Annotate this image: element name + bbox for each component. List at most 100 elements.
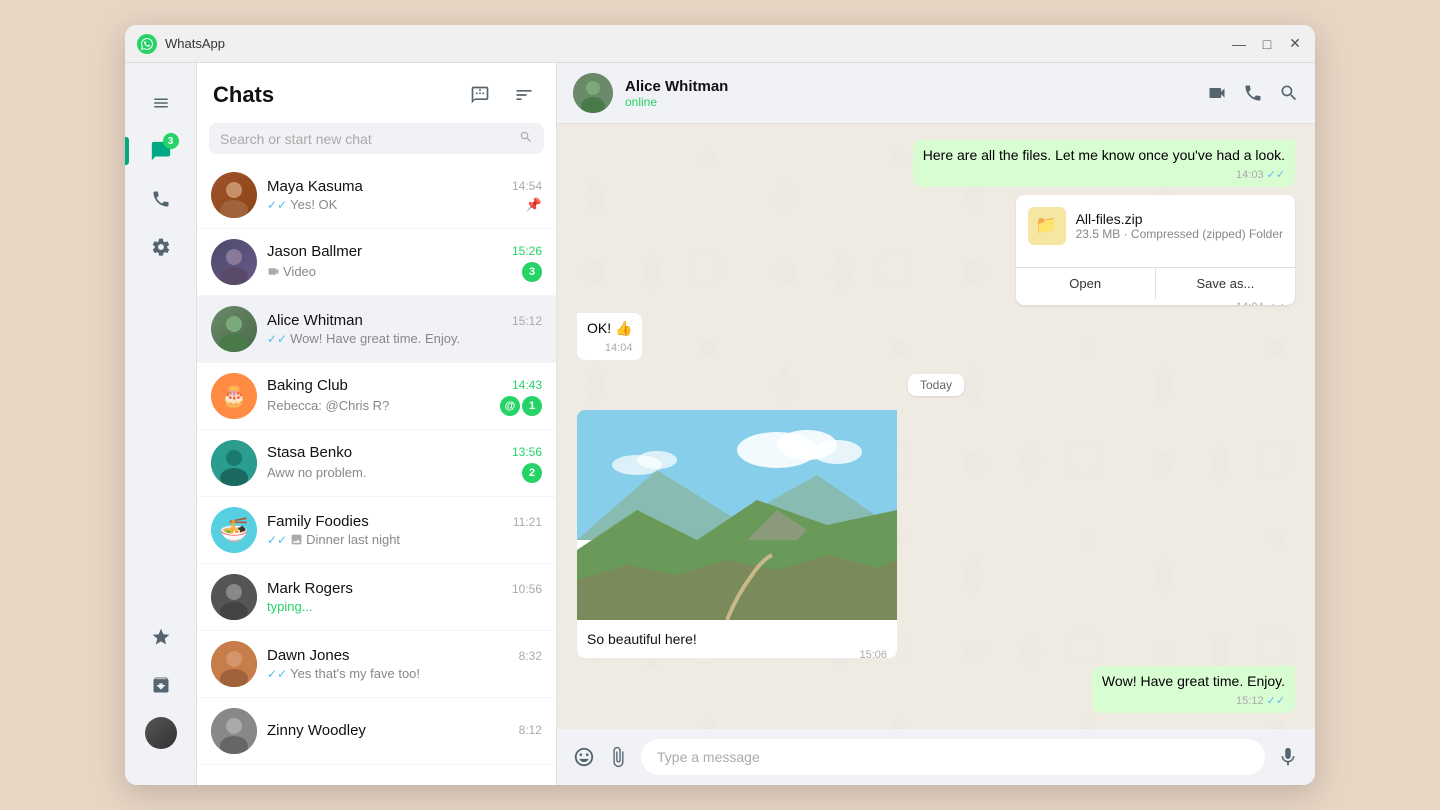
day-label: Today — [908, 374, 964, 396]
chat-info-stasa: Stasa Benko 13:56 Aww no problem. 2 — [267, 444, 542, 483]
avatar-dawn — [211, 641, 257, 687]
chat-time-stasa: 13:56 — [512, 445, 542, 459]
photo-time: 15:06 — [577, 649, 897, 658]
chat-time-maya: 14:54 — [512, 179, 542, 193]
chat-info-baking: Baking Club 14:43 Rebecca: @Chris R? @ 1 — [267, 377, 542, 416]
chat-preview-dawn: ✓✓ Yes that's my fave too! — [267, 666, 542, 681]
chat-item-stasa[interactable]: Stasa Benko 13:56 Aww no problem. 2 — [197, 430, 556, 497]
chat-name-baking: Baking Club — [267, 377, 348, 394]
chat-info-zinny: Zinny Woodley 8:12 — [267, 722, 542, 741]
unread-badge-jason: 3 — [522, 262, 542, 282]
minimize-button[interactable]: — — [1231, 36, 1247, 52]
chat-item-zinny[interactable]: Zinny Woodley 8:12 — [197, 698, 556, 765]
user-profile-avatar[interactable] — [145, 717, 177, 749]
chat-contact-status: online — [625, 95, 1195, 109]
app-window: WhatsApp — □ ✕ 3 — [125, 25, 1315, 785]
avatar-maya — [211, 172, 257, 218]
chat-header: Alice Whitman online — [557, 63, 1315, 124]
chats-nav-button[interactable]: 3 — [141, 131, 181, 171]
close-button[interactable]: ✕ — [1287, 36, 1303, 52]
archived-nav-button[interactable] — [141, 665, 181, 705]
message-6-time: 15:12 ✓✓ — [1102, 694, 1285, 709]
file-name: All-files.zip — [1076, 211, 1283, 227]
chat-list-header-icons — [464, 79, 540, 111]
voice-call-button[interactable] — [1243, 83, 1263, 103]
message-6-text: Wow! Have great time. Enjoy. — [1102, 673, 1285, 689]
chat-item-dawn[interactable]: Dawn Jones 8:32 ✓✓ Yes that's my fave to… — [197, 631, 556, 698]
unread-badge: 3 — [163, 133, 179, 149]
chat-item-alice[interactable]: Alice Whitman 15:12 ✓✓ Wow! Have great t… — [197, 296, 556, 363]
chat-time-jason: 15:26 — [512, 244, 542, 258]
photo-content — [577, 410, 897, 620]
chat-item-family[interactable]: 🍜 Family Foodies 11:21 ✓✓ Dinner last ni… — [197, 497, 556, 564]
input-bar — [557, 729, 1315, 785]
message-1: Here are all the files. Let me know once… — [913, 140, 1295, 187]
calls-nav-button[interactable] — [141, 179, 181, 219]
chat-info-jason: Jason Ballmer 15:26 Video 3 — [267, 243, 542, 282]
messages-area: Here are all the files. Let me know once… — [557, 124, 1315, 729]
mention-badge-baking: @ — [500, 396, 520, 416]
file-icon: 📁 — [1028, 207, 1066, 245]
chat-list-panel: Chats — [197, 63, 557, 785]
file-actions: Open Save as... — [1016, 267, 1295, 299]
avatar-family: 🍜 — [211, 507, 257, 553]
chat-preview-baking: Rebecca: @Chris R? — [267, 398, 496, 413]
chat-contact-name: Alice Whitman — [625, 78, 1195, 95]
search-chat-button[interactable] — [1279, 83, 1299, 103]
unread-badge-stasa: 2 — [522, 463, 542, 483]
chat-header-avatar[interactable] — [573, 73, 613, 113]
settings-nav-button[interactable] — [141, 227, 181, 267]
file-time: 14:04 ✓✓ — [1016, 299, 1295, 305]
menu-button[interactable] — [141, 83, 181, 123]
unread-badge-baking: 1 — [522, 396, 542, 416]
app-title: WhatsApp — [165, 36, 1231, 51]
chat-item-mark[interactable]: Mark Rogers 10:56 typing... — [197, 564, 556, 631]
file-info: 📁 All-files.zip 23.5 MB · Compressed (zi… — [1028, 207, 1283, 245]
search-bar — [209, 123, 544, 154]
chat-time-mark: 10:56 — [512, 582, 542, 596]
filter-button[interactable] — [508, 79, 540, 111]
video-call-button[interactable] — [1207, 83, 1227, 103]
photo-caption: So beautiful here! — [577, 625, 897, 649]
file-message: 📁 All-files.zip 23.5 MB · Compressed (zi… — [1016, 195, 1295, 305]
avatar-mark — [211, 574, 257, 620]
starred-nav-button[interactable] — [141, 617, 181, 657]
search-icon — [519, 130, 533, 147]
message-3: OK! 👍 14:04 — [577, 313, 642, 360]
message-1-time: 14:03 ✓✓ — [923, 168, 1285, 183]
day-divider: Today — [577, 376, 1295, 394]
file-meta: 23.5 MB · Compressed (zipped) Folder — [1076, 227, 1283, 241]
chat-item-baking[interactable]: 🎂 Baking Club 14:43 Rebecca: @Chris R? @… — [197, 363, 556, 430]
message-1-ticks: ✓✓ — [1267, 168, 1285, 183]
mic-button[interactable] — [1277, 746, 1299, 768]
app-body: 3 Chats — [125, 63, 1315, 785]
chat-preview-family: ✓✓ Dinner last night — [267, 532, 542, 547]
chat-time-family: 11:21 — [513, 515, 542, 529]
open-file-button[interactable]: Open — [1016, 268, 1156, 299]
photo-message: So beautiful here! 15:06 ❤️ — [577, 410, 897, 658]
chat-item-maya[interactable]: Maya Kasuma 14:54 ✓✓ Yes! OK 📌 — [197, 162, 556, 229]
chat-preview-stasa: Aww no problem. — [267, 465, 518, 480]
message-input[interactable] — [641, 739, 1265, 775]
message-6: Wow! Have great time. Enjoy. 15:12 ✓✓ — [1092, 666, 1295, 713]
emoji-button[interactable] — [573, 746, 595, 768]
message-1-text: Here are all the files. Let me know once… — [923, 147, 1285, 163]
new-chat-button[interactable] — [464, 79, 496, 111]
chat-item-jason[interactable]: Jason Ballmer 15:26 Video 3 — [197, 229, 556, 296]
search-input[interactable] — [220, 131, 519, 147]
save-file-button[interactable]: Save as... — [1156, 268, 1295, 299]
chat-info-dawn: Dawn Jones 8:32 ✓✓ Yes that's my fave to… — [267, 647, 542, 681]
chat-main: Alice Whitman online — [557, 63, 1315, 785]
maximize-button[interactable]: □ — [1259, 36, 1275, 52]
avatar-baking: 🎂 — [211, 373, 257, 419]
chat-name-maya: Maya Kasuma — [267, 178, 363, 195]
chat-name-zinny: Zinny Woodley — [267, 722, 366, 739]
chat-name-alice: Alice Whitman — [267, 312, 363, 329]
message-6-ticks: ✓✓ — [1267, 694, 1285, 709]
attachment-button[interactable] — [607, 746, 629, 768]
chat-preview-mark: typing... — [267, 599, 542, 614]
chat-name-mark: Mark Rogers — [267, 580, 353, 597]
chat-info-family: Family Foodies 11:21 ✓✓ Dinner last nigh… — [267, 513, 542, 547]
whatsapp-logo — [137, 34, 157, 54]
file-details: All-files.zip 23.5 MB · Compressed (zipp… — [1076, 211, 1283, 241]
